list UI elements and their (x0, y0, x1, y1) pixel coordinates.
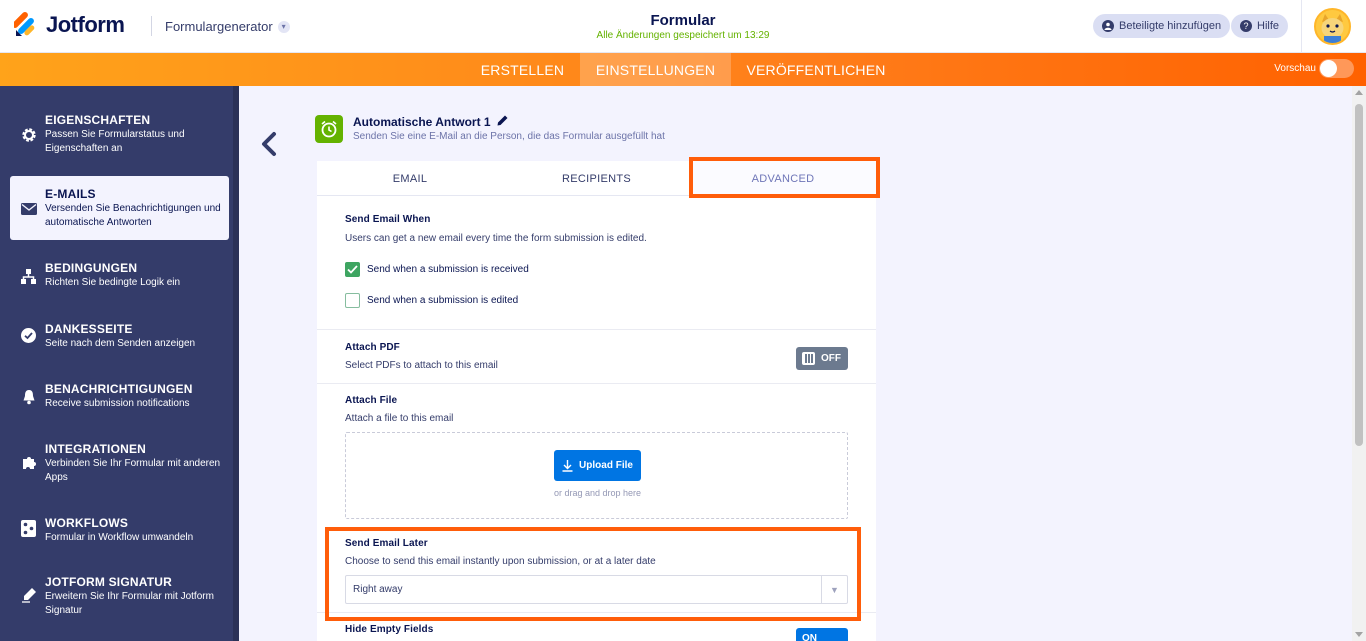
attach-pdf-title: Attach PDF (345, 342, 400, 353)
sitemap-icon (20, 268, 37, 285)
attach-pdf-toggle[interactable]: OFF (796, 347, 848, 370)
sidebar-item-desc: Versenden Sie Benachrichtigungen und aut… (45, 203, 221, 228)
send-when-desc: Users can get a new email every time the… (345, 233, 647, 244)
hide-empty-title: Hide Empty Fields (345, 624, 434, 635)
pencil-icon[interactable] (497, 115, 508, 129)
help-icon: ? (1240, 20, 1252, 32)
sidebar-item-desc: Formular in Workflow umwandeln (45, 532, 194, 543)
checkbox-received-label[interactable]: Send when a submission is received (367, 264, 529, 275)
check-icon (347, 265, 358, 274)
sidebar-item-integrationen[interactable]: INTEGRATIONEN Verbinden Sie Ihr Formular… (10, 435, 229, 491)
file-dropzone[interactable]: Upload File or drag and drop here (345, 432, 848, 519)
alarm-clock-icon (315, 115, 343, 143)
upload-file-button[interactable]: Upload File (554, 450, 641, 481)
checkbox-edited[interactable] (345, 293, 360, 308)
sidebar-item-eigenschaften[interactable]: EIGENSCHAFTEN Passen Sie Formularstatus … (10, 106, 229, 168)
tab-email[interactable]: EMAIL (317, 161, 503, 196)
sidebar-item-title: EIGENSCHAFTEN (45, 113, 151, 127)
drag-drop-hint: or drag and drop here (553, 488, 642, 498)
tab-einstellungen[interactable]: EINSTELLUNGEN (580, 53, 731, 86)
sidebar-item-dankesseite[interactable]: DANKESSEITE Seite nach dem Senden anzeig… (10, 315, 229, 359)
sidebar-item-title: WORKFLOWS (45, 516, 129, 530)
check-circle-icon (20, 327, 37, 344)
settings-sidebar: EIGENSCHAFTEN Passen Sie Formularstatus … (0, 86, 239, 641)
page-scrollbar[interactable] (1352, 86, 1366, 641)
tab-recipients[interactable]: RECIPIENTS (503, 161, 690, 196)
sidebar-item-benachrichtigungen[interactable]: BENACHRICHTIGUNGEN Receive submission no… (10, 375, 229, 419)
hide-empty-toggle[interactable]: ON (796, 628, 848, 641)
toggle-knob (1320, 60, 1337, 77)
attach-pdf-desc: Select PDFs to attach to this email (345, 360, 498, 371)
envelope-icon (20, 200, 37, 217)
help-button[interactable]: ? Hilfe (1231, 14, 1289, 38)
scroll-thumb[interactable] (1355, 104, 1363, 446)
hide-empty-state: ON (802, 633, 817, 641)
scroll-up-icon[interactable] (1355, 90, 1363, 95)
gear-icon (20, 126, 37, 143)
send-later-highlight (325, 527, 861, 621)
sidebar-item-desc: Seite nach dem Senden anzeigen (45, 338, 196, 349)
sidebar-item-title: BENACHRICHTIGUNGEN (45, 382, 193, 396)
scroll-down-icon[interactable] (1355, 632, 1363, 637)
sidebar-scrollbar[interactable] (233, 86, 239, 641)
download-arrow-icon (562, 459, 573, 472)
sidebar-item-title: BEDINGUNGEN (45, 261, 138, 275)
bell-icon (20, 388, 37, 405)
sidebar-item-emails[interactable]: E-MAILS Versenden Sie Benachrichtigungen… (10, 176, 229, 240)
workflow-icon (20, 520, 37, 537)
send-when-section: Send Email When Users can get a new emai… (317, 196, 876, 330)
sidebar-item-title: DANKESSEITE (45, 322, 133, 336)
toggle-grip-icon (802, 352, 815, 365)
attach-pdf-section: Attach PDF Select PDFs to attach to this… (317, 330, 876, 384)
preview-toggle[interactable] (1319, 59, 1354, 78)
avatar-divider (1301, 0, 1302, 53)
advanced-tab-highlight (689, 157, 880, 198)
user-icon (1102, 20, 1114, 32)
invite-label: Beteiligte hinzufügen (1119, 20, 1222, 32)
help-label: Hilfe (1257, 20, 1280, 32)
sidebar-item-desc: Passen Sie Formularstatus und Eigenschaf… (45, 129, 185, 154)
attach-file-desc: Attach a file to this email (345, 413, 454, 424)
sidebar-item-bedingungen[interactable]: BEDINGUNGEN Richten Sie bedingte Logik e… (10, 254, 229, 298)
attach-file-title: Attach File (345, 395, 398, 406)
tab-veroeffentlichen[interactable]: VERÖFFENTLICHEN (741, 53, 891, 86)
sidebar-item-workflows[interactable]: WORKFLOWS Formular in Workflow umwandeln (10, 509, 229, 553)
sidebar-item-signatur[interactable]: JOTFORM SIGNATUR Erweitern Sie Ihr Formu… (10, 568, 229, 624)
invite-button[interactable]: Beteiligte hinzufügen (1093, 14, 1231, 38)
tab-erstellen[interactable]: ERSTELLEN (475, 53, 570, 86)
back-button[interactable] (259, 131, 279, 157)
sidebar-item-title: JOTFORM SIGNATUR (45, 575, 172, 589)
preview-label: Vorschau (1274, 63, 1316, 74)
sidebar-item-title: INTEGRATIONEN (45, 442, 147, 456)
top-header: Jotform Formulargenerator ▾ Formular All… (0, 0, 1366, 53)
sidebar-item-desc: Erweitern Sie Ihr Formular mit Jotform S… (45, 591, 214, 616)
puzzle-icon (20, 454, 37, 471)
sidebar-item-title: E-MAILS (45, 187, 96, 201)
checkbox-edited-label[interactable]: Send when a submission is edited (367, 295, 518, 306)
attach-pdf-state: OFF (821, 353, 841, 364)
chevron-left-icon (262, 132, 276, 156)
email-name: Automatische Antwort 1 (353, 115, 508, 129)
email-name-label: Automatische Antwort 1 (353, 115, 491, 129)
upload-file-label: Upload File (579, 460, 633, 471)
avatar[interactable] (1314, 8, 1351, 45)
sidebar-item-desc: Receive submission notifications (45, 398, 190, 409)
sidebar-item-desc: Verbinden Sie Ihr Formular mit anderen A… (45, 458, 221, 483)
send-when-title: Send Email When (345, 214, 431, 225)
email-description: Senden Sie eine E-Mail an die Person, di… (353, 131, 665, 142)
checkbox-received[interactable] (345, 262, 360, 277)
main-nav: ERSTELLEN EINSTELLUNGEN VERÖFFENTLICHEN … (0, 53, 1366, 86)
sidebar-item-desc: Richten Sie bedingte Logik ein (45, 277, 181, 288)
pen-icon (20, 586, 37, 603)
